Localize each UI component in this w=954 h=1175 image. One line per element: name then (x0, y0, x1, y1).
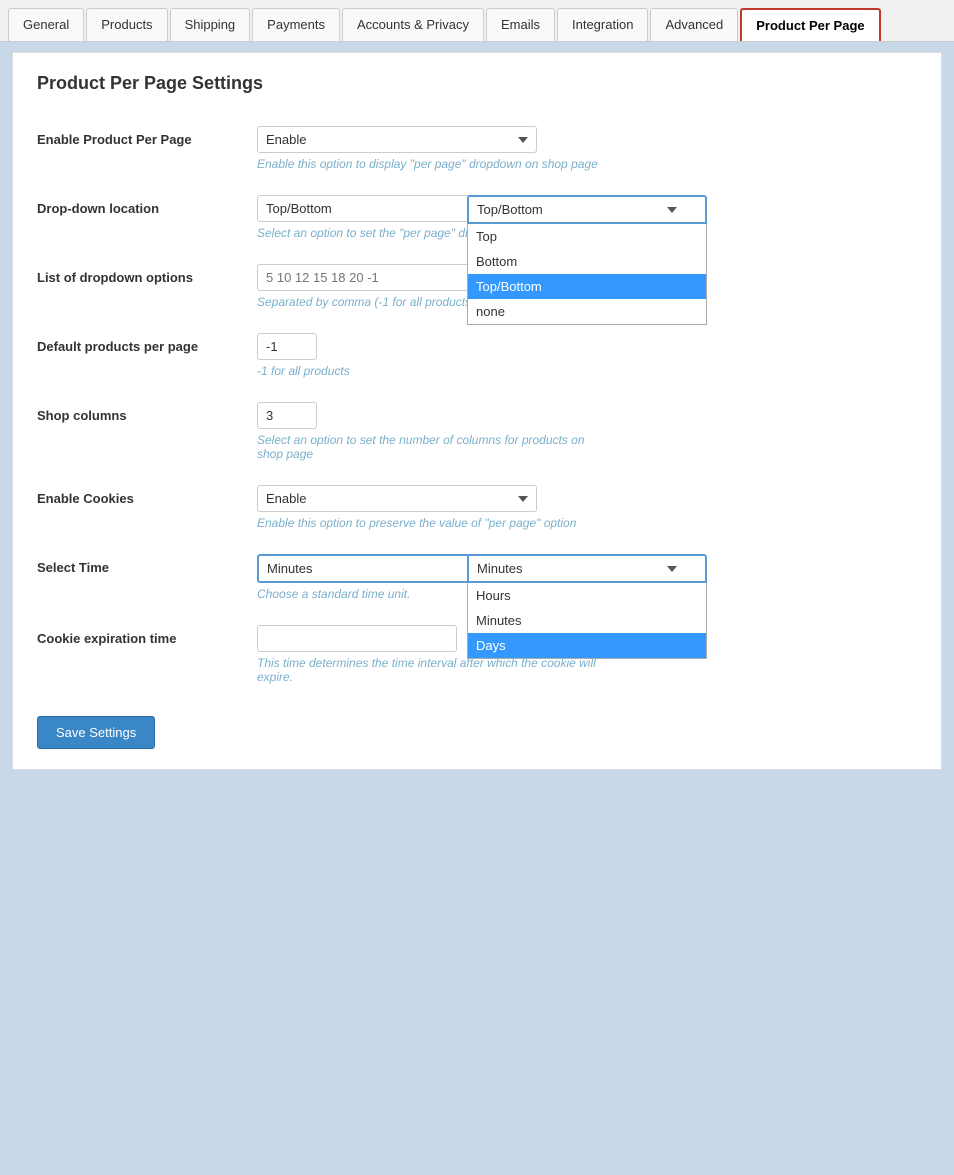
dropdown-time-opt-days[interactable]: Days (468, 633, 706, 658)
field-shop-columns: Shop columns Select an option to set the… (37, 402, 917, 461)
label-shop-columns: Shop columns (37, 402, 257, 423)
page-title: Product Per Page Settings (37, 73, 917, 102)
chevron-down-icon-time (667, 566, 677, 572)
tab-general[interactable]: General (8, 8, 84, 41)
field-dropdown-location: Drop-down location Top Bottom Top/Bottom… (37, 195, 917, 240)
tab-advanced[interactable]: Advanced (650, 8, 738, 41)
input-list-dropdown-options[interactable] (257, 264, 477, 291)
settings-content: Product Per Page Settings Enable Product… (12, 52, 942, 770)
page-wrapper: General Products Shipping Payments Accou… (0, 0, 954, 1175)
tab-integration[interactable]: Integration (557, 8, 648, 41)
dropdown-location-opt-none[interactable]: none (468, 299, 706, 324)
dropdown-location-opt-bottom[interactable]: Bottom (468, 249, 706, 274)
input-cookie-expiration[interactable] (257, 625, 457, 652)
input-default-products-per-page[interactable] (257, 333, 317, 360)
select-enable-cookies[interactable]: Enable Disable (257, 485, 537, 512)
chevron-down-icon (667, 207, 677, 213)
tab-payments[interactable]: Payments (252, 8, 340, 41)
control-enable-product-per-page: Enable Disable Enable this option to dis… (257, 126, 917, 171)
hint-enable-product-per-page: Enable this option to display "per page"… (257, 157, 917, 171)
field-enable-product-per-page: Enable Product Per Page Enable Disable E… (37, 126, 917, 171)
dropdown-location-selected[interactable]: Top/Bottom (467, 195, 707, 224)
tab-emails[interactable]: Emails (486, 8, 555, 41)
hint-enable-cookies: Enable this option to preserve the value… (257, 516, 917, 530)
tab-product-per-page[interactable]: Product Per Page (740, 8, 880, 41)
dropdown-location-opt-top[interactable]: Top (468, 224, 706, 249)
tab-shipping[interactable]: Shipping (170, 8, 251, 41)
dropdown-time-value: Minutes (477, 561, 523, 576)
tab-accounts-privacy[interactable]: Accounts & Privacy (342, 8, 484, 41)
tab-products[interactable]: Products (86, 8, 167, 41)
label-list-dropdown-options: List of dropdown options (37, 264, 257, 285)
hint-cookie-expiration: This time determines the time interval a… (257, 656, 597, 684)
control-enable-cookies: Enable Disable Enable this option to pre… (257, 485, 917, 530)
dropdown-time-opt-minutes[interactable]: Minutes (468, 608, 706, 633)
dropdown-location-open: Top/Bottom Top Bottom Top/Bottom none (467, 195, 707, 224)
label-enable-product-per-page: Enable Product Per Page (37, 126, 257, 147)
save-section: Save Settings (37, 708, 917, 749)
label-cookie-expiration: Cookie expiration time (37, 625, 257, 646)
tab-bar: General Products Shipping Payments Accou… (0, 0, 954, 42)
hint-default-products-per-page: -1 for all products (257, 364, 917, 378)
field-select-time: Select Time Hours Minutes Days Choose a … (37, 554, 917, 601)
control-shop-columns: Select an option to set the number of co… (257, 402, 917, 461)
dropdown-time-opt-hours[interactable]: Hours (468, 583, 706, 608)
dropdown-location-opt-topbottom[interactable]: Top/Bottom (468, 274, 706, 299)
dropdown-time-selected[interactable]: Minutes (467, 554, 707, 583)
dropdown-time-list: Hours Minutes Days (467, 583, 707, 659)
select-enable-product-per-page[interactable]: Enable Disable (257, 126, 537, 153)
label-enable-cookies: Enable Cookies (37, 485, 257, 506)
dropdown-time-open: Minutes Hours Minutes Days (467, 554, 707, 583)
dropdown-location-value: Top/Bottom (477, 202, 543, 217)
control-default-products-per-page: -1 for all products (257, 333, 917, 378)
dropdown-location-list: Top Bottom Top/Bottom none (467, 224, 707, 325)
field-enable-cookies: Enable Cookies Enable Disable Enable thi… (37, 485, 917, 530)
hint-shop-columns: Select an option to set the number of co… (257, 433, 597, 461)
label-default-products-per-page: Default products per page (37, 333, 257, 354)
save-button[interactable]: Save Settings (37, 716, 155, 749)
label-select-time: Select Time (37, 554, 257, 575)
field-default-products-per-page: Default products per page -1 for all pro… (37, 333, 917, 378)
label-dropdown-location: Drop-down location (37, 195, 257, 216)
input-shop-columns[interactable] (257, 402, 317, 429)
